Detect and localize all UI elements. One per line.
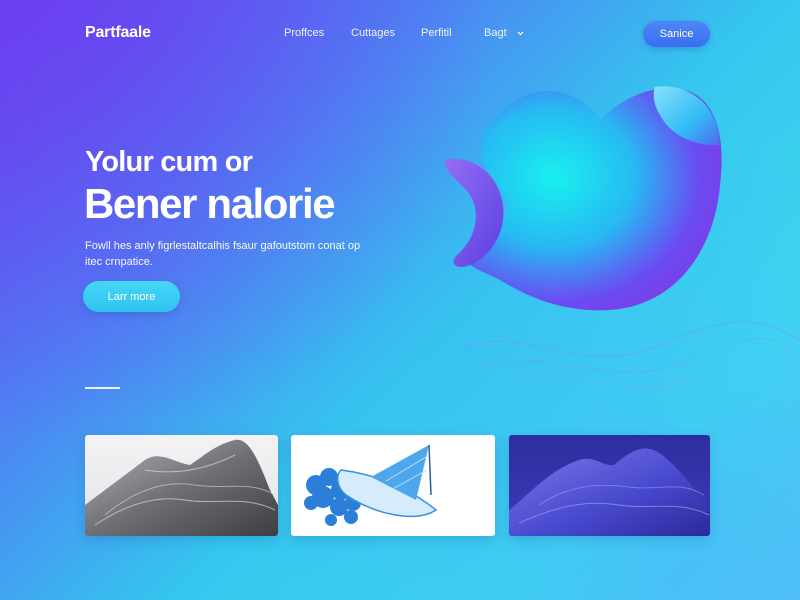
chevron-down-icon	[517, 31, 524, 35]
hero-title: Bener nalorie	[84, 180, 336, 227]
gallery-card-3[interactable]	[509, 435, 710, 536]
nav-label: Perfitil	[421, 27, 452, 39]
nav-link-bagt-dropdown[interactable]: Bagt	[484, 27, 524, 39]
section-divider	[85, 387, 120, 389]
purple-wave-mountain-image	[509, 435, 710, 536]
hero-subtitle: Yolur cum or	[85, 146, 253, 178]
nav-link-perfitil[interactable]: Perfitil	[421, 27, 452, 39]
decorative-wave-lines	[460, 321, 800, 387]
header-cta-button[interactable]: Sanice	[643, 21, 710, 47]
nav-link-cuttages[interactable]: Cuttages	[351, 27, 395, 39]
abstract-blob-illustration	[445, 86, 722, 311]
gallery-card-2[interactable]	[291, 435, 495, 536]
nav-label: Cuttages	[351, 27, 396, 39]
gray-wave-mountain-image	[85, 435, 278, 536]
learn-more-button[interactable]: Larr more	[83, 281, 180, 312]
nav-label: Proffces	[284, 27, 325, 39]
blue-paper-boat-coral-image	[291, 435, 495, 536]
nav-link-proffces[interactable]: Proffces	[284, 27, 324, 39]
logo[interactable]: Partfaale	[85, 24, 151, 42]
gallery-card-1[interactable]	[85, 435, 278, 536]
hero-description: Fowll hes anly figrlestaltcalhis fsaur g…	[85, 240, 361, 268]
nav-label: Bagt	[484, 27, 507, 39]
